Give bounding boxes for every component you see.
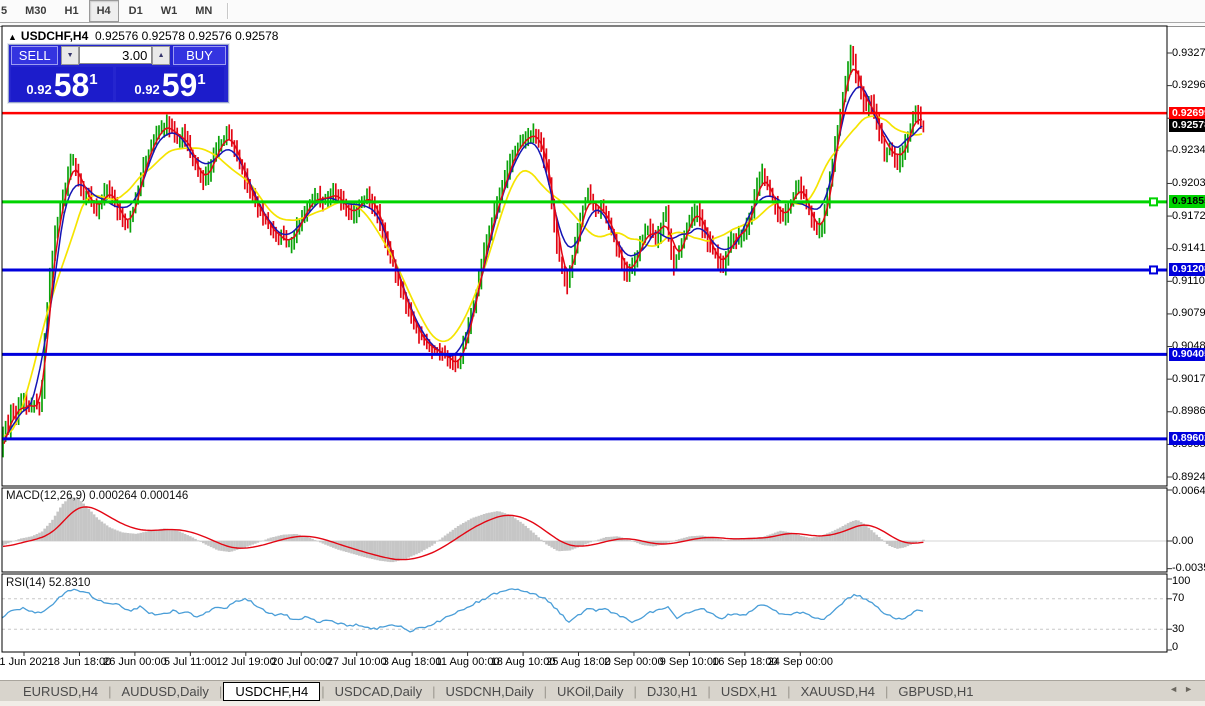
one-click-trading-panel: SELL ▼ 3.00 ▲ BUY 0.92 58 1 0.92 59 1 xyxy=(8,44,229,103)
chart-tab-eurusd[interactable]: EURUSD,H4 xyxy=(14,683,107,700)
price-tick-label: 0.89860 xyxy=(1172,405,1205,418)
rsi-tick-label: 100 xyxy=(1172,575,1190,588)
hline-price-label: 0.91208 xyxy=(1169,263,1205,276)
macd-value-1: 0.000264 xyxy=(89,490,137,502)
tab-scroll-left-icon[interactable]: ◄ xyxy=(1169,684,1184,694)
ohlc-values: 0.92576 0.92578 0.92576 0.92578 xyxy=(95,29,279,43)
price-tick-label: 0.90790 xyxy=(1172,307,1205,320)
macd-tick-label: 0.00 xyxy=(1172,535,1193,548)
time-axis-label: 27 Jul 10:00 xyxy=(327,656,387,668)
time-axis-label: 12 Jul 19:00 xyxy=(216,656,276,668)
panel-backgrounds xyxy=(2,26,1167,652)
time-axis-label: 5 Jul 11:00 xyxy=(164,656,217,668)
macd-indicator-label: MACD(12,26,9) 0.000264 0.000146 xyxy=(6,490,188,502)
rsi-tick-label: 30 xyxy=(1172,623,1184,636)
trade-panel-top-row: SELL ▼ 3.00 ▲ BUY xyxy=(9,45,228,66)
buy-button[interactable]: BUY xyxy=(173,46,226,65)
time-axis-label: 18 Jun 18:00 xyxy=(48,656,112,668)
volume-increase-button[interactable]: ▲ xyxy=(152,46,169,65)
time-axis-label: 2 Sep 00:00 xyxy=(604,656,663,668)
sell-price-sup: 1 xyxy=(89,71,97,88)
price-tick-label: 0.91720 xyxy=(1172,210,1205,223)
sell-price-big: 58 xyxy=(54,70,90,100)
collapse-triangle-icon[interactable]: ▲ xyxy=(8,32,17,42)
rsi-value: 52.8310 xyxy=(49,577,91,589)
chart-tab-bar: EURUSD,H4|AUDUSD,Daily|USDCHF,H4|USDCAD,… xyxy=(0,680,1205,702)
macd-tick-label: 0.006451 xyxy=(1172,485,1205,498)
trading-terminal-window: 5M30H1H4D1W1MN ▲USDCHF,H4 0.92576 0.9257… xyxy=(0,0,1205,706)
chart-tab-usdcad[interactable]: USDCAD,Daily xyxy=(326,683,431,700)
time-axis-label: 24 Sep 00:00 xyxy=(768,656,833,668)
buy-price-sup: 1 xyxy=(197,71,205,88)
rsi-tick-label: 70 xyxy=(1172,592,1184,605)
chart-tab-dj30[interactable]: DJ30,H1 xyxy=(638,683,707,700)
price-tick-label: 0.89240 xyxy=(1172,471,1205,484)
quote-header: ▲ USDCHF,H4 0.92576 0.92578 0.92576 0.925… xyxy=(8,29,278,43)
hline-price-label: 0.91855 xyxy=(1169,195,1205,208)
price-tick-label: 0.93270 xyxy=(1172,47,1205,60)
current-price-label: 0.92578 xyxy=(1169,119,1205,132)
chart-tab-audusd[interactable]: AUDUSD,Daily xyxy=(113,683,218,700)
macd-value-2: 0.000146 xyxy=(140,490,188,502)
price-tick-label: 0.92340 xyxy=(1172,144,1205,157)
chart-tab-usdx[interactable]: USDX,H1 xyxy=(712,683,786,700)
buy-price-box[interactable]: 0.92 59 1 xyxy=(116,67,224,101)
hline-price-label: 0.92699 xyxy=(1169,107,1205,120)
price-tick-label: 0.90170 xyxy=(1172,373,1205,386)
chart-tab-ukoil[interactable]: UKOil,Daily xyxy=(548,683,632,700)
buy-price-small: 0.92 xyxy=(134,82,159,97)
macd-name: MACD(12,26,9) xyxy=(6,490,86,502)
hline-price-label: 0.90405 xyxy=(1169,348,1205,361)
sell-button[interactable]: SELL xyxy=(11,46,58,65)
time-axis-label: 11 Jun 2021 xyxy=(0,656,54,668)
chart-tab-gbpusd[interactable]: GBPUSD,H1 xyxy=(889,683,982,700)
time-axis-label: 25 Aug 18:00 xyxy=(546,656,611,668)
volume-decrease-button[interactable]: ▼ xyxy=(61,46,78,65)
buy-price-big: 59 xyxy=(162,70,198,100)
time-axis-label: 3 Aug 18:00 xyxy=(383,656,442,668)
time-axis-label: 9 Sep 10:00 xyxy=(660,656,719,668)
chart-tab-usdcnh[interactable]: USDCNH,Daily xyxy=(436,683,542,700)
sell-price-box[interactable]: 0.92 58 1 xyxy=(11,67,113,101)
symbol-period-label: USDCHF,H4 xyxy=(21,29,88,43)
price-tick-label: 0.92030 xyxy=(1172,177,1205,190)
price-tick-label: 0.92960 xyxy=(1172,79,1205,92)
status-strip xyxy=(0,701,1205,706)
macd-tick-label: -0.00350 xyxy=(1172,562,1205,575)
price-tick-label: 0.91410 xyxy=(1172,242,1205,255)
rsi-name: RSI(14) xyxy=(6,577,46,589)
time-axis-label: 26 Jun 00:00 xyxy=(103,656,167,668)
sell-price-small: 0.92 xyxy=(26,82,51,97)
chart-canvas[interactable] xyxy=(0,0,1205,706)
price-tick-label: 0.91100 xyxy=(1172,275,1205,288)
rsi-tick-label: 0 xyxy=(1172,641,1178,654)
time-axis-label: 20 Jul 00:00 xyxy=(271,656,331,668)
tab-scroll-right-icon[interactable]: ► xyxy=(1184,684,1199,694)
tab-scroll-arrows[interactable]: ◄► xyxy=(1169,684,1199,694)
rsi-indicator-label: RSI(14) 52.8310 xyxy=(6,577,90,589)
volume-input[interactable]: 3.00 xyxy=(79,46,153,64)
trade-panel-price-row: 0.92 58 1 0.92 59 1 xyxy=(9,66,228,101)
chart-tab-xauusd[interactable]: XAUUSD,H4 xyxy=(792,683,884,700)
hline-price-label: 0.89602 xyxy=(1169,432,1205,445)
chart-tab-usdchf[interactable]: USDCHF,H4 xyxy=(223,682,320,701)
